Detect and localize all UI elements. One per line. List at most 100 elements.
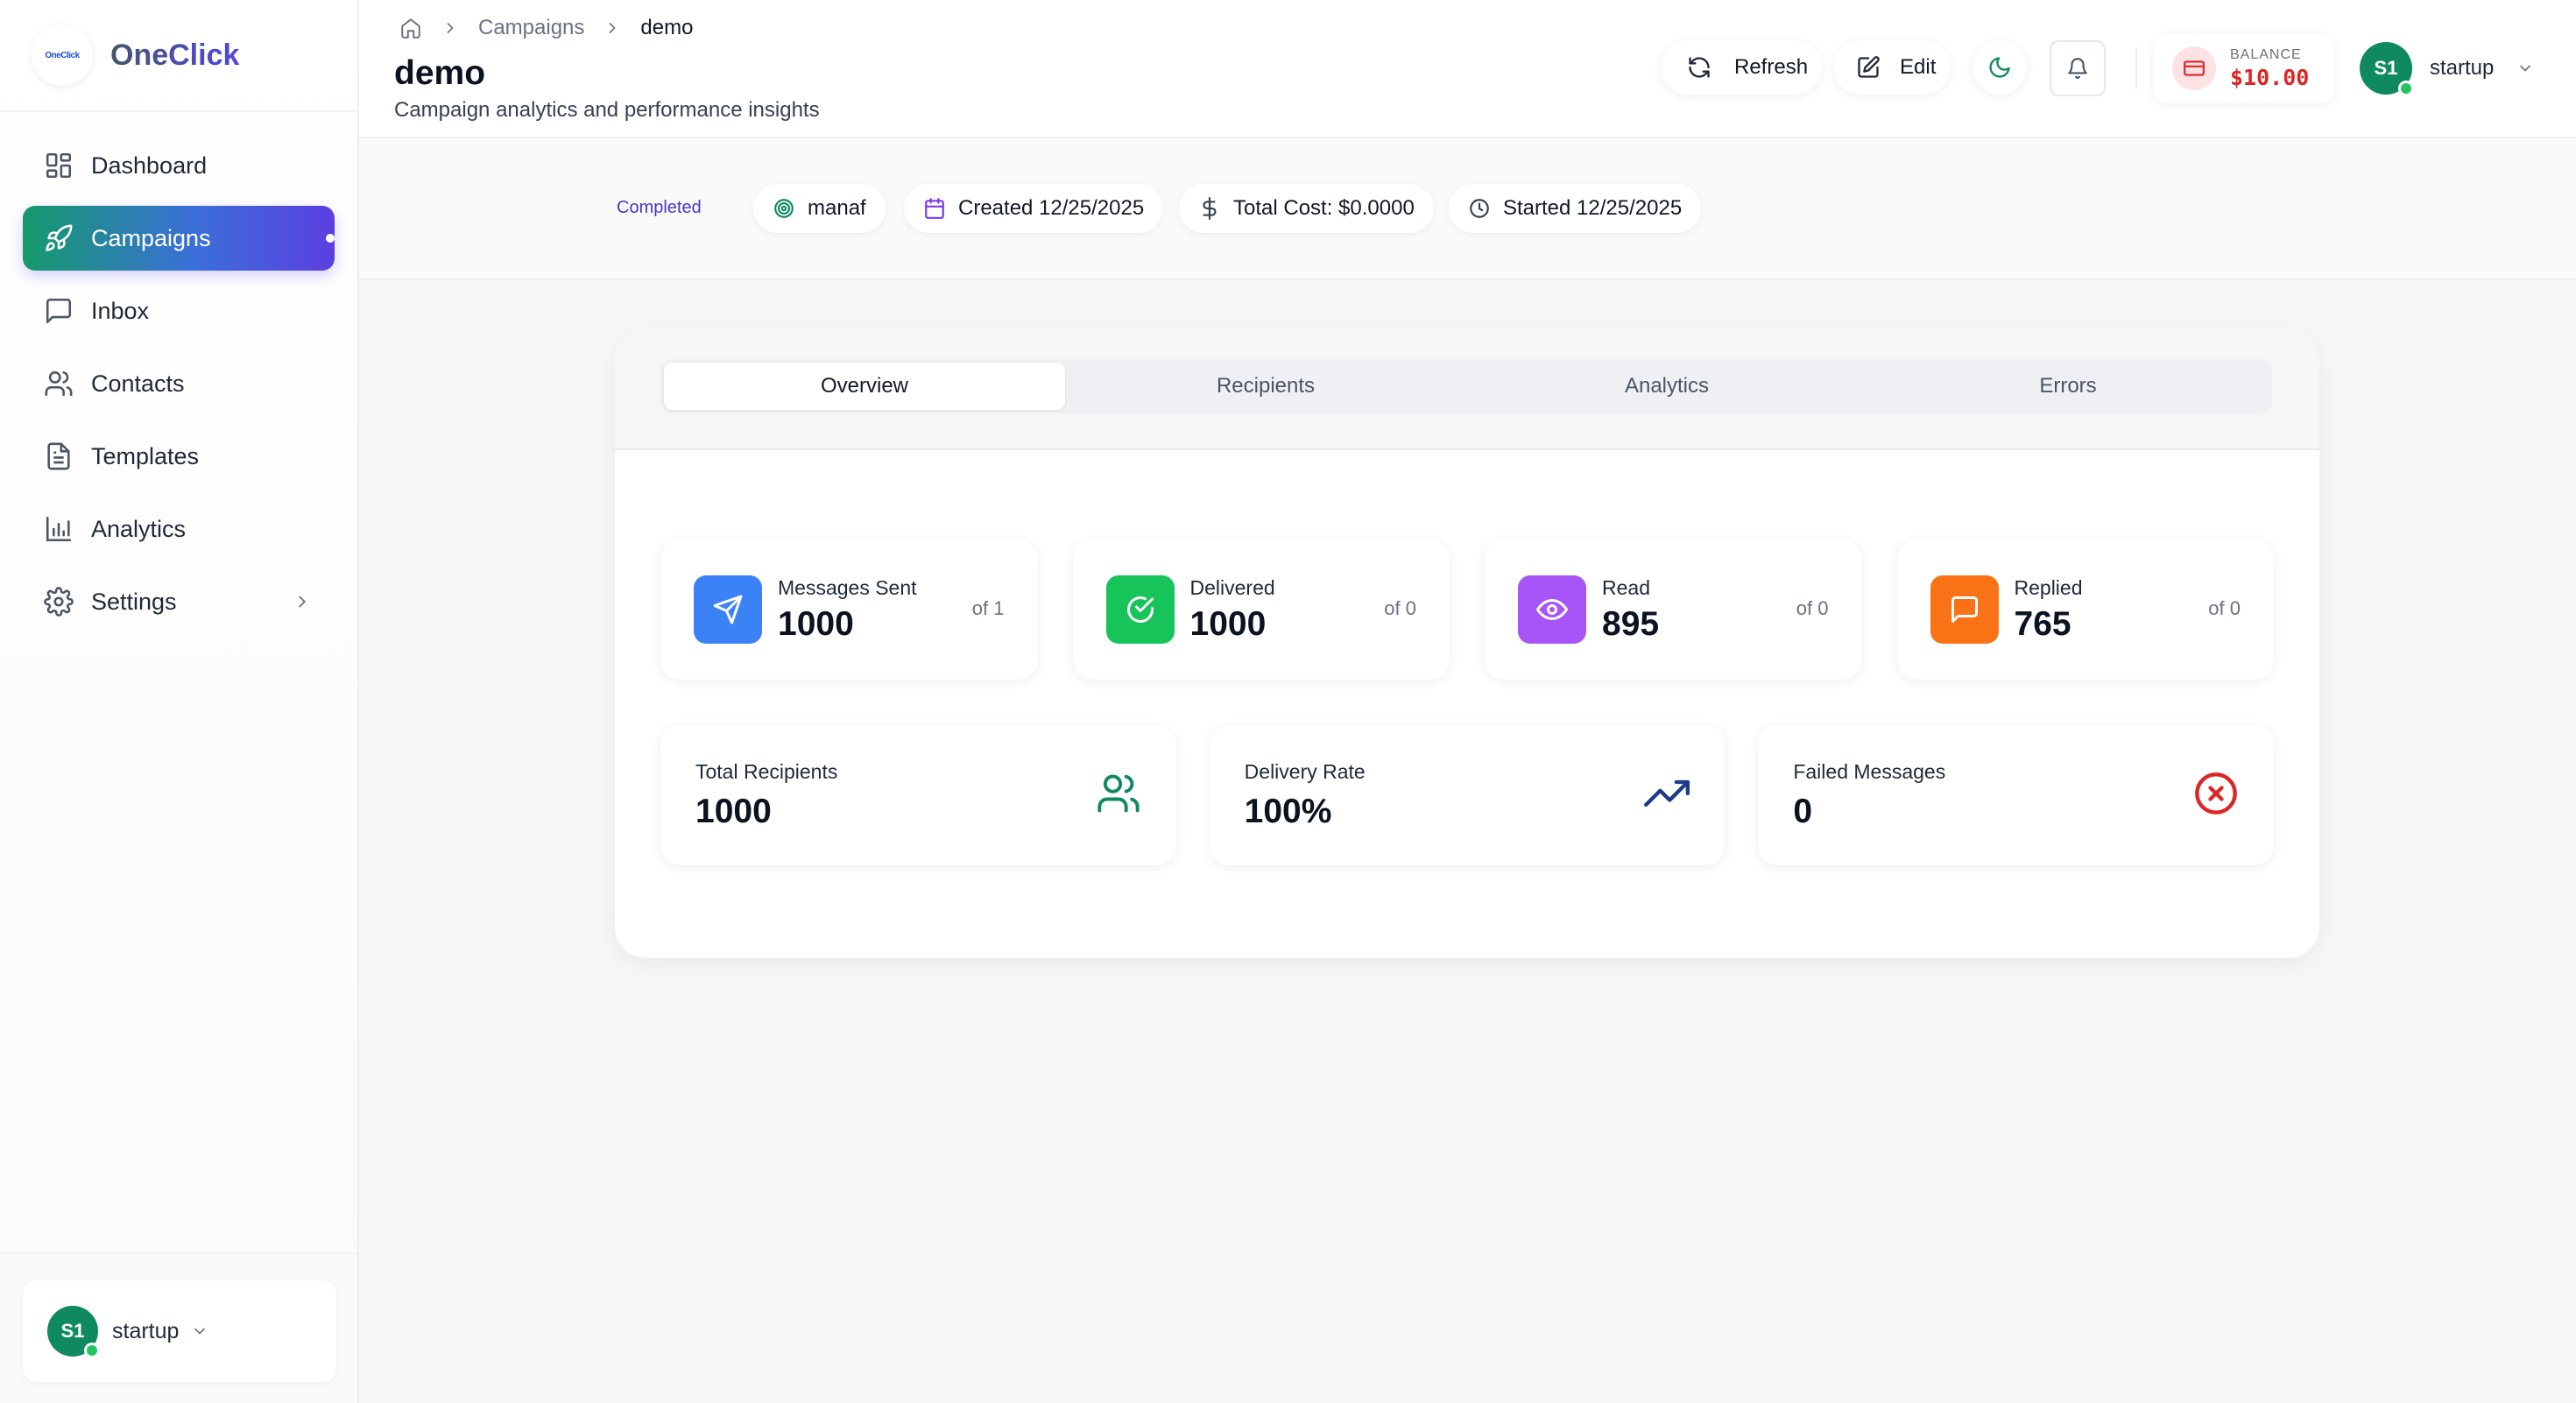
stat-body: Read 895 [1602, 576, 1659, 644]
campaign-overview-panel: Overview Recipients Analytics Errors Mes… [615, 329, 2319, 958]
avatar: S1 [47, 1306, 100, 1358]
eye-icon [1536, 598, 1568, 621]
home-icon[interactable] [399, 17, 422, 39]
theme-toggle-button[interactable] [1973, 40, 2027, 95]
online-status-dot [84, 1343, 100, 1358]
notifications-button[interactable] [2050, 40, 2106, 96]
brand[interactable]: OneClick OneClick [0, 0, 357, 112]
owner-chip: manaf [753, 184, 886, 233]
sidebar-nav: Dashboard Campaigns Inbox Contacts Templ… [0, 112, 357, 663]
stat-body: Messages Sent 1000 [778, 576, 917, 644]
page-subtitle: Campaign analytics and performance insig… [394, 98, 820, 122]
tab-analytics[interactable]: Analytics [1466, 363, 1867, 410]
balance-widget[interactable]: BALANCE $10.00 [2153, 33, 2335, 103]
stat-card-read: Read 895 of 0 [1485, 539, 1862, 680]
sidebar-item-label: Inbox [91, 297, 150, 324]
sidebar-item-dashboard[interactable]: Dashboard [23, 133, 335, 198]
summary-card-total-recipients: Total Recipients 1000 [660, 725, 1176, 865]
active-indicator-dot [326, 234, 335, 243]
users-icon [1097, 774, 1140, 813]
sidebar-item-settings[interactable]: Settings [23, 569, 335, 634]
status-badge: Completed [617, 197, 702, 217]
chevron-down-icon [2520, 65, 2531, 72]
sidebar-footer: S1 startup [0, 1252, 357, 1403]
message-square-icon [46, 298, 72, 324]
dashboard-grid-icon [46, 152, 72, 179]
stat-label: Read [1602, 575, 1650, 599]
brand-name: OneClick [110, 38, 240, 72]
header-user-menu[interactable]: S1 startup [2360, 42, 2534, 96]
stat-card-replied: Replied 765 of 0 [1896, 539, 2274, 680]
rocket-icon [46, 224, 73, 251]
tab-bar: Overview Recipients Analytics Errors [660, 359, 2272, 413]
credit-card-icon [2184, 60, 2205, 76]
header-divider [2135, 47, 2137, 89]
user-name: startup [112, 1318, 180, 1343]
stat-icon-wrap [1105, 575, 1175, 644]
chevron-right-icon [299, 596, 307, 608]
stat-body: Delivered 1000 [1190, 576, 1275, 644]
stat-of: of 0 [1796, 597, 1829, 619]
stat-value: 895 [1602, 604, 1660, 643]
sidebar-item-label: Templates [91, 442, 200, 469]
stat-card-messages-sent: Messages Sent 1000 of 1 [660, 539, 1038, 680]
summary-row: Total Recipients 1000 Delivery Rate 100%… [660, 725, 2275, 865]
stat-of: of 0 [2208, 597, 2241, 619]
edit-icon [1858, 56, 1880, 78]
breadcrumb-current: demo [640, 16, 694, 39]
sidebar-item-label: Settings [91, 588, 177, 615]
breadcrumb-campaigns-link[interactable]: Campaigns [478, 16, 584, 40]
sidebar-item-templates[interactable]: Templates [23, 424, 335, 489]
user-name: startup [2430, 56, 2495, 80]
owner-name: manaf [808, 196, 866, 220]
online-status-dot [2398, 81, 2414, 96]
stat-icon-wrap [1930, 575, 1999, 644]
refresh-icon [1689, 57, 1710, 78]
message-stats-row: Messages Sent 1000 of 1 Delivered 1000 o… [660, 539, 2274, 680]
bell-icon [2068, 58, 2087, 79]
trending-up-icon [1644, 779, 1690, 807]
chevron-right-icon [447, 23, 454, 33]
chevron-right-icon [610, 23, 617, 33]
balance-value: $10.00 [2230, 64, 2310, 90]
avatar: S1 [2360, 42, 2414, 96]
summary-card-delivery-rate: Delivery Rate 100% [1209, 725, 1726, 865]
send-icon [713, 595, 743, 624]
sidebar-item-inbox[interactable]: Inbox [23, 278, 335, 343]
sidebar-item-label: Dashboard [91, 152, 208, 179]
edit-button[interactable]: Edit [1833, 40, 1951, 95]
moon-icon [1989, 57, 2010, 78]
tab-errors[interactable]: Errors [1867, 363, 2269, 410]
total-cost: Total Cost: $0.0000 [1233, 196, 1415, 220]
sidebar-item-contacts[interactable]: Contacts [23, 351, 335, 416]
brand-logo: OneClick [32, 25, 93, 86]
sidebar-user-menu[interactable]: S1 startup [23, 1280, 336, 1382]
users-icon [45, 370, 73, 397]
created-date-chip: Created 12/25/2025 [904, 184, 1164, 233]
breadcrumb: Campaigns demo [399, 16, 693, 40]
clock-icon [1470, 199, 1489, 218]
gear-icon [44, 587, 74, 617]
stat-value: 1000 [778, 604, 854, 643]
x-circle-icon [2195, 772, 2237, 814]
avatar-initials: S1 [2374, 57, 2398, 79]
stat-value: 765 [2014, 604, 2071, 643]
stat-label: Delivered [1189, 575, 1275, 599]
started-date: Started 12/25/2025 [1503, 196, 1683, 220]
bar-chart-icon [46, 516, 72, 542]
check-circle-icon [1126, 596, 1154, 623]
sidebar: OneClick OneClick Dashboard Campaigns In… [0, 0, 359, 1403]
stat-label: Replied [2014, 575, 2083, 599]
balance-icon-wrap [2172, 46, 2216, 90]
sidebar-item-campaigns[interactable]: Campaigns [23, 206, 335, 271]
created-date: Created 12/25/2025 [958, 196, 1145, 220]
stat-card-delivered: Delivered 1000 of 0 [1072, 539, 1450, 680]
stat-icon-wrap [694, 575, 762, 644]
sidebar-item-analytics[interactable]: Analytics [23, 497, 335, 561]
stat-of: of 0 [1384, 597, 1416, 619]
total-cost-chip: Total Cost: $0.0000 [1179, 184, 1434, 233]
message-square-icon [1951, 596, 1978, 623]
refresh-button[interactable]: Refresh [1661, 40, 1822, 95]
tab-overview[interactable]: Overview [664, 363, 1065, 410]
tab-recipients[interactable]: Recipients [1065, 363, 1466, 410]
